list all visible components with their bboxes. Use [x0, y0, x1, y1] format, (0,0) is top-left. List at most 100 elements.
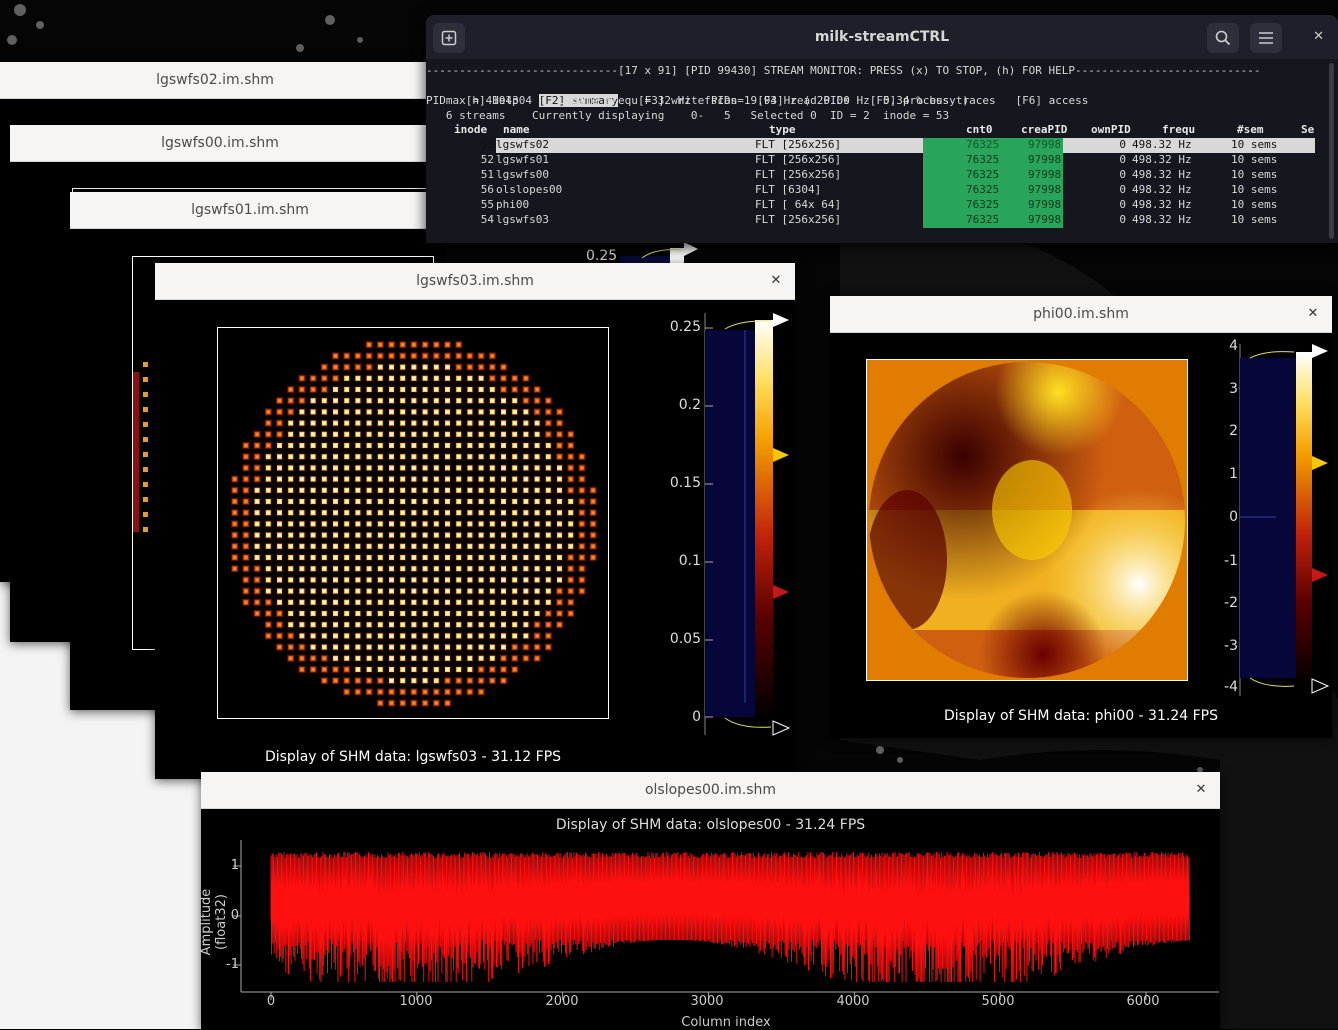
window-phi00[interactable]: phi00.im.shm ✕ 4 3 2 1 0 -1 -2 -3 -4 Dis… — [830, 296, 1332, 738]
phi00-caption: Display of SHM data: phi00 - 31.24 FPS — [944, 708, 1218, 724]
tick-label: 4 — [1229, 338, 1238, 354]
cell-cnt0: 76325 — [966, 168, 1000, 181]
terminal-scrollbar[interactable] — [1329, 63, 1334, 239]
new-tab-button[interactable] — [433, 23, 465, 53]
y-tick: 0 — [230, 908, 239, 923]
phi00-image-frame — [866, 359, 1188, 681]
cell-name: lgswfs01 — [496, 153, 549, 166]
cell-type: FLT [ 64x 64] — [755, 198, 842, 211]
cell-ownpid: 0 — [1119, 198, 1126, 211]
col-creapid: creaPID — [1021, 123, 1068, 136]
lgswfs03-caption: Display of SHM data: lgswfs03 - 31.12 FP… — [264, 749, 562, 765]
cell-creapid: 97998 — [1028, 213, 1062, 226]
search-button[interactable] — [1207, 23, 1239, 53]
cell-cnt0: 76325 — [966, 138, 1000, 151]
cell-cnt0: 76325 — [966, 213, 1000, 226]
cell-frequ: 498.32 Hz — [1132, 183, 1192, 196]
close-icon: ✕ — [1313, 29, 1324, 44]
cell-creapid: 97998 — [1028, 198, 1062, 211]
cell-ownpid: 0 — [1119, 213, 1126, 226]
partial-colorbar — [620, 242, 698, 264]
stream-row[interactable]: 53 lgswfs02 FLT [256x256] 76325 97998 0 498.32… — [426, 138, 1316, 153]
tick-label: 0.15 — [669, 475, 701, 491]
terminal-close-button[interactable]: ✕ — [1313, 29, 1324, 44]
cell-type: FLT [256x256] — [755, 153, 842, 166]
col-frequ: frequ — [1162, 123, 1196, 136]
cell-sem: 10 sems — [1231, 198, 1278, 211]
cell-frequ: 498.32 Hz — [1132, 198, 1192, 211]
x-tick: 0 — [266, 994, 276, 1009]
tick-label: 0 — [1229, 509, 1238, 525]
tick-label: -2 — [1224, 595, 1238, 611]
close-icon[interactable]: ✕ — [1304, 305, 1322, 323]
cell-inode: 51 — [480, 168, 494, 181]
x-tick: 5000 — [981, 994, 1015, 1009]
terminal-title: milk-streamCTRL — [814, 29, 950, 45]
close-icon[interactable]: ✕ — [767, 272, 785, 290]
window-lgswfs03[interactable]: lgswfs03.im.shm ✕ 0.25 0.2 0.15 0.1 0.05… — [155, 263, 795, 779]
menu-button[interactable] — [1250, 23, 1282, 53]
close-icon[interactable]: ✕ — [1192, 781, 1210, 799]
cell-creapid: 97998 — [1028, 168, 1062, 181]
stream-row[interactable]: 52 lgswfs01 FLT [256x256] 76325 97998 0 498.32… — [426, 153, 1316, 168]
cell-frequ: 498.32 Hz — [1132, 168, 1192, 181]
cell-inode: 53 — [480, 138, 494, 151]
cell-name: lgswfs02 — [496, 138, 549, 151]
stream-row[interactable]: 54 lgswfs03 FLT [256x256] 76325 97998 0 498.32… — [426, 213, 1316, 228]
cell-type: FLT [256x256] — [755, 168, 842, 181]
col-ownpid: ownPID — [1091, 123, 1131, 136]
window-olslopes00[interactable]: olslopes00.im.shm ✕ Display of SHM data:… — [199, 772, 1220, 1030]
cell-ownpid: 0 — [1119, 138, 1126, 151]
cell-ownpid: 0 — [1119, 153, 1126, 166]
cell-type: FLT [6304] — [755, 183, 822, 196]
terminal-titlebar[interactable]: milk-streamCTRL ✕ — [426, 15, 1338, 59]
terminal-window[interactable]: milk-streamCTRL ✕ ----------------------… — [426, 15, 1338, 243]
tick-label: -4 — [1224, 679, 1238, 695]
stream-row[interactable]: 51 lgswfs00 FLT [256x256] 76325 97998 0 498.32… — [426, 168, 1316, 183]
cell-sem: 10 sems — [1231, 168, 1278, 181]
x-tick: 3000 — [690, 994, 724, 1009]
olslopes00-xlabel: Column index — [681, 1015, 771, 1030]
window-lgswfs01-titlebar[interactable]: lgswfs01.im.shm — [70, 192, 430, 229]
cell-creapid: 97998 — [1028, 183, 1062, 196]
tick-label: 0 — [692, 709, 701, 725]
cell-inode: 55 — [480, 198, 494, 211]
terminal-output[interactable]: -----------------------------[17 x 91] [… — [426, 63, 1326, 243]
cell-ownpid: 0 — [1119, 183, 1126, 196]
x-tick: 4000 — [836, 994, 870, 1009]
window-olslopes00-title: olslopes00.im.shm — [644, 782, 777, 798]
window-olslopes00-titlebar[interactable]: olslopes00.im.shm ✕ — [201, 772, 1220, 809]
terminal-status-line: PIDmax = 4194304 Update frequ = 32 Hz fs… — [426, 94, 970, 107]
olslopes00-caption: Display of SHM data: olslopes00 - 31.24 … — [555, 817, 866, 833]
new-tab-icon — [441, 30, 457, 46]
window-lgswfs02-titlebar[interactable]: lgswfs02.im.shm — [0, 62, 430, 99]
stream-row[interactable]: 55 phi00 FLT [ 64x 64] 76325 97998 0 498.32 Hz… — [426, 198, 1316, 213]
stream-row[interactable]: 56 olslopes00 FLT [6304] 76325 97998 0 498.32 … — [426, 183, 1316, 198]
cell-frequ: 498.32 Hz — [1132, 213, 1192, 226]
cell-frequ: 498.32 Hz — [1132, 138, 1192, 151]
lgswfs03-image-frame — [217, 327, 609, 719]
menu-access[interactable]: [F6] access — [1016, 94, 1089, 107]
tick-label: 1 — [1229, 466, 1238, 482]
window-lgswfs01-title: lgswfs01.im.shm — [191, 202, 309, 218]
hamburger-menu-icon — [1259, 32, 1273, 44]
x-tick: 2000 — [545, 994, 579, 1009]
col-cnt0: cnt0 — [966, 123, 993, 136]
window-lgswfs03-title: lgswfs03.im.shm — [416, 273, 534, 289]
x-tick: 1000 — [399, 994, 433, 1009]
tick-label: 2 — [1229, 423, 1238, 439]
window-lgswfs02-title: lgswfs02.im.shm — [156, 72, 274, 88]
phi00-image — [869, 362, 1185, 678]
stream-table-header: inode name type cnt0 creaPID ownPID freq… — [426, 123, 1326, 138]
window-lgswfs03-titlebar[interactable]: lgswfs03.im.shm ✕ — [155, 263, 795, 300]
window-phi00-titlebar[interactable]: phi00.im.shm ✕ — [830, 296, 1332, 333]
tick-label: 0.25 — [669, 319, 701, 335]
col-type: type — [769, 123, 796, 136]
tick-label: 3 — [1229, 381, 1238, 397]
x-tick: 6000 — [1126, 994, 1160, 1009]
cell-frequ: 498.32 Hz — [1132, 153, 1192, 166]
terminal-header-line: -----------------------------[17 x 91] [… — [426, 64, 1261, 77]
tick-label: -3 — [1224, 638, 1238, 654]
window-lgswfs00-titlebar[interactable]: lgswfs00.im.shm — [10, 125, 430, 162]
row-selection-highlight — [496, 138, 923, 153]
